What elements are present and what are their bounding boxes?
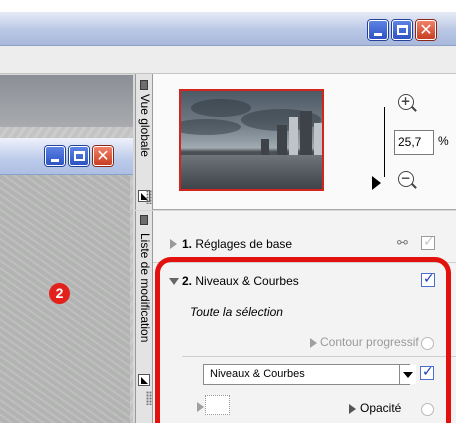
outer-maximize-button[interactable] bbox=[392, 20, 412, 40]
list-item-step-1[interactable]: 1. Réglages de base ⚯ ✓ bbox=[153, 232, 456, 256]
annotation-marker-2: 2 bbox=[49, 283, 70, 304]
link-icon[interactable]: ⚯ bbox=[397, 236, 408, 251]
close-icon: ✕ bbox=[419, 20, 433, 39]
outer-minimize-button[interactable] bbox=[368, 20, 388, 40]
doc-maximize-button[interactable] bbox=[69, 146, 89, 166]
collapse-corner-icon[interactable] bbox=[138, 374, 150, 386]
overview-thumbnail[interactable] bbox=[179, 89, 324, 191]
doc-minimize-button[interactable] bbox=[45, 146, 65, 166]
tab-grip-icon[interactable] bbox=[140, 215, 148, 225]
doc-close-button[interactable]: ✕ bbox=[93, 146, 113, 166]
expand-arrow-icon[interactable] bbox=[170, 239, 177, 249]
tab-grip-icon[interactable] bbox=[140, 80, 148, 90]
outer-close-button[interactable]: ✕ bbox=[416, 20, 436, 40]
minimize-icon bbox=[374, 33, 382, 36]
step-1-number: 1. bbox=[182, 237, 193, 251]
checkmark-icon: ✓ bbox=[423, 234, 435, 250]
overview-tab-label: Vue globale bbox=[138, 94, 152, 157]
overview-panel-tab[interactable]: Vue globale bbox=[135, 74, 153, 210]
step-1-label: Réglages de base bbox=[195, 237, 293, 251]
modification-tab-label: Liste de modification bbox=[138, 233, 152, 343]
document-window-titlebar[interactable] bbox=[0, 138, 133, 175]
zoom-input[interactable]: 25,7 bbox=[394, 130, 434, 155]
zoom-in-icon[interactable]: + bbox=[398, 94, 414, 110]
tab-dots-icon bbox=[146, 391, 152, 405]
minimize-icon bbox=[51, 159, 59, 162]
maximize-icon bbox=[74, 151, 85, 161]
zoom-slider-track[interactable] bbox=[384, 107, 385, 177]
tab-dots-icon bbox=[146, 190, 152, 204]
image-canvas-top-band bbox=[0, 75, 133, 127]
highlight-outline bbox=[155, 257, 451, 423]
outer-window-toolbar-strip bbox=[0, 46, 456, 74]
step-1-checkbox[interactable]: ✓ bbox=[421, 234, 435, 250]
close-icon: ✕ bbox=[96, 146, 110, 165]
zoom-slider-handle[interactable] bbox=[372, 176, 381, 190]
zoom-unit-label: % bbox=[438, 134, 449, 148]
maximize-icon bbox=[397, 25, 408, 35]
modification-list-tab[interactable]: Liste de modification bbox=[135, 211, 153, 423]
zoom-out-icon[interactable]: − bbox=[398, 171, 414, 187]
